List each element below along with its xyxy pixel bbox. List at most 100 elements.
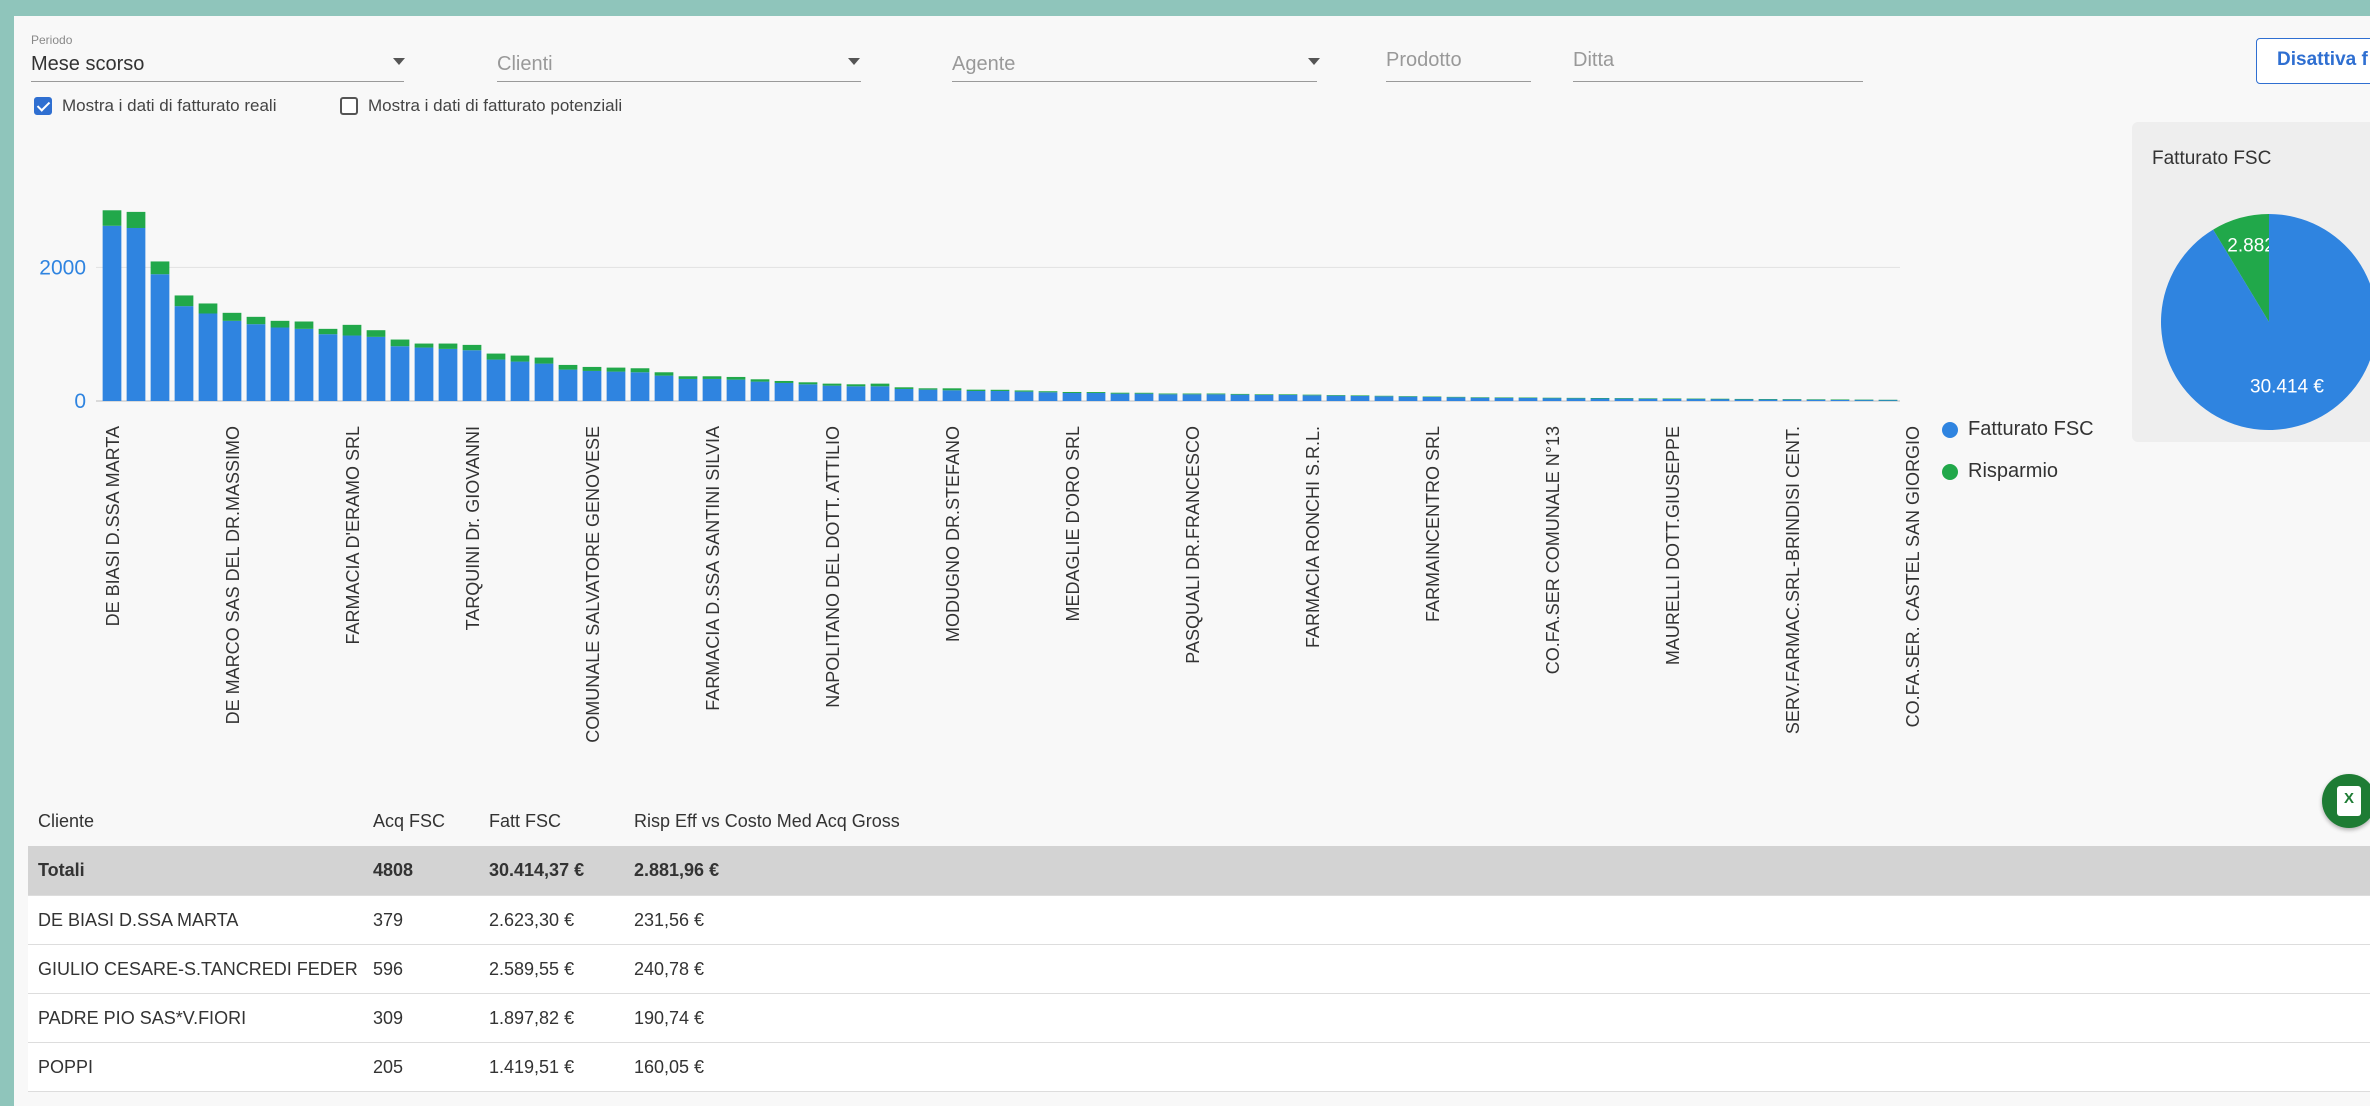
bar-risparmio	[486, 353, 506, 360]
bar-fatturato	[1662, 398, 1682, 401]
bar-fatturato	[894, 388, 914, 401]
bar-fatturato	[1134, 393, 1154, 401]
bar-risparmio	[1014, 390, 1034, 392]
bar-risparmio	[1638, 398, 1658, 399]
clienti-placeholder: Clienti	[497, 53, 553, 75]
revenue-bar-chart: 0 2000 DE BIASI D.SSA MARTA DE MARCO SAS DE…	[39, 210, 1923, 743]
table-row[interactable]: DE BIASI D.SSA MARTA 379 2.623,30 € 231,…	[28, 895, 2370, 945]
bar-fatturato	[1062, 392, 1082, 401]
bar-fatturato	[1710, 398, 1730, 401]
bar-fatturato	[126, 227, 146, 401]
table-cell: 2.589,55 €	[479, 944, 624, 994]
x-tick-label: FARMACIA RONCHI S.R.L.	[1303, 426, 1323, 648]
bar-fatturato	[1422, 396, 1442, 401]
prodotto-input[interactable]: Prodotto	[1369, 16, 1531, 82]
bar-risparmio	[414, 343, 434, 348]
bar-risparmio	[870, 383, 890, 387]
disattiva-button[interactable]: Disattiva f	[2256, 38, 2370, 84]
bar-risparmio	[1086, 392, 1106, 393]
bar-fatturato	[822, 385, 842, 401]
bar-risparmio	[1662, 398, 1682, 399]
potential-revenue-checkbox[interactable]: Mostra i dati di fatturato potenziali	[340, 96, 622, 116]
bar-risparmio	[894, 387, 914, 389]
col-header-acq[interactable]: Acq FSC	[363, 796, 479, 846]
table-cell: 190,74 €	[624, 993, 2370, 1043]
x-tick-label: CO.FA.SER. CASTEL SAN GIORGIO	[1903, 426, 1923, 727]
bar-risparmio	[1614, 398, 1634, 399]
bar-risparmio	[1446, 396, 1466, 398]
ditta-input[interactable]: Ditta	[1556, 16, 1876, 82]
chevron-down-icon	[1308, 58, 1320, 65]
table-row[interactable]: PADRE PIO SAS*V.FIORI 309 1.897,82 € 190…	[28, 993, 2370, 1043]
x-tick-label: NAPOLITANO DEL DOTT. ATTILIO	[823, 426, 843, 708]
bar-fatturato	[1398, 396, 1418, 401]
bar-fatturato	[846, 386, 866, 401]
bar-risparmio	[630, 368, 650, 373]
legend-swatch-risparmio	[1942, 463, 1958, 480]
bar-risparmio	[582, 366, 602, 371]
bar-risparmio	[726, 376, 746, 380]
bar-fatturato	[1206, 394, 1226, 401]
checkbox-checked-icon[interactable]	[34, 97, 52, 115]
bar-fatturato	[726, 379, 746, 401]
bar-fatturato	[462, 350, 482, 401]
x-tick-label: MEDAGLIE D'ORO SRL	[1063, 426, 1083, 621]
clienti-select[interactable]: Clienti	[480, 16, 880, 82]
bar-risparmio	[126, 211, 146, 228]
legend-label-risparmio: Risparmio	[1968, 460, 2059, 482]
bar-risparmio	[1782, 399, 1802, 400]
bar-risparmio	[798, 382, 818, 385]
checkbox-unchecked-icon[interactable]	[340, 97, 358, 115]
bar-fatturato	[414, 347, 434, 401]
bar-fatturato	[534, 363, 554, 401]
x-tick-label: FARMAINCENTRO SRL	[1423, 426, 1443, 622]
ditta-placeholder: Ditta	[1573, 49, 1615, 71]
col-header-cliente[interactable]: Cliente	[28, 796, 363, 846]
agente-select[interactable]: Agente	[935, 16, 1335, 82]
bar-fatturato	[222, 320, 242, 401]
bar-risparmio	[510, 355, 530, 362]
bar-fatturato	[150, 274, 170, 401]
bar-risparmio	[462, 344, 482, 351]
bar-fatturato	[558, 369, 578, 401]
bar-fatturato	[750, 381, 770, 401]
bar-fatturato	[1494, 397, 1514, 401]
table-cell: GIULIO CESARE-S.TANCREDI FEDER	[28, 944, 363, 994]
bar-risparmio	[1854, 399, 1874, 401]
totals-row: Totali 4808 30.414,37 € 2.881,96 €	[28, 846, 2370, 896]
bar-fatturato	[198, 313, 218, 401]
bar-risparmio	[558, 364, 578, 370]
pie-chart: 2.882 €30.414 €	[2161, 214, 2370, 430]
col-header-fatt[interactable]: Fatt FSC	[479, 796, 624, 846]
bar-fatturato	[1182, 394, 1202, 401]
bar-risparmio	[390, 339, 410, 347]
bar-risparmio	[150, 261, 170, 275]
bar-fatturato	[318, 334, 338, 401]
legend-risparmio: Risparmio	[1942, 460, 2058, 483]
bar-risparmio	[1350, 395, 1370, 396]
bar-fatturato	[654, 375, 674, 401]
table-row[interactable]: POPPI 205 1.419,51 € 160,05 €	[28, 1042, 2370, 1092]
bar-risparmio	[342, 324, 362, 336]
bar-fatturato	[270, 327, 290, 401]
y-tick-label: 0	[74, 390, 86, 413]
bar-risparmio	[1110, 392, 1130, 394]
bar-risparmio	[1590, 397, 1610, 399]
table-cell: 2.623,30 €	[479, 895, 624, 945]
bar-fatturato	[1614, 398, 1634, 401]
bar-fatturato	[342, 335, 362, 401]
bar-risparmio	[366, 330, 386, 337]
bar-risparmio	[774, 380, 794, 383]
bar-risparmio	[1734, 398, 1754, 400]
periodo-select[interactable]: Periodo Mese scorso	[14, 16, 405, 82]
bar-fatturato	[918, 389, 938, 401]
table-cell: 1.897,82 €	[479, 993, 624, 1043]
real-revenue-checkbox[interactable]: Mostra i dati di fatturato reali	[34, 96, 276, 116]
col-header-risp[interactable]: Risp Eff vs Costo Med Acq Gross	[624, 796, 2370, 846]
table-row[interactable]: GIULIO CESARE-S.TANCREDI FEDER 596 2.589…	[28, 944, 2370, 994]
bar-risparmio	[1158, 393, 1178, 395]
table-cell: 30.414,37 €	[479, 846, 624, 896]
bar-fatturato	[1278, 394, 1298, 401]
bar-fatturato	[366, 336, 386, 401]
table-cell: 160,05 €	[624, 1042, 2370, 1092]
